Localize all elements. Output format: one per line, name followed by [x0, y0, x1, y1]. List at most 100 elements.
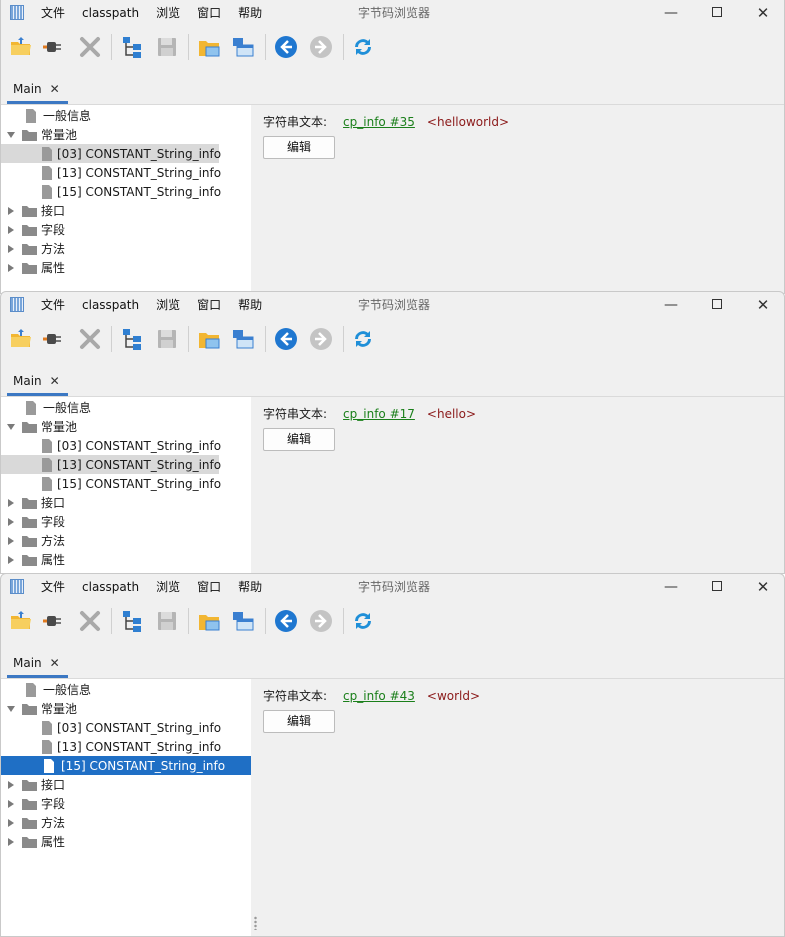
- open-folder-button[interactable]: [8, 34, 34, 60]
- menu-file[interactable]: 文件: [41, 574, 65, 600]
- splitter-grip[interactable]: [254, 916, 257, 930]
- tree-item-constant-15[interactable]: [15] CONSTANT_String_info: [1, 756, 251, 775]
- open-folder-button[interactable]: [8, 608, 34, 634]
- window-layout-button[interactable]: [230, 608, 256, 634]
- forward-button[interactable]: [308, 34, 334, 60]
- collapsed-arrow-icon[interactable]: [5, 224, 17, 236]
- menu-classpath[interactable]: classpath: [82, 574, 139, 600]
- collapsed-arrow-icon[interactable]: [5, 497, 17, 509]
- folder-window-button[interactable]: [196, 34, 222, 60]
- collapsed-arrow-icon[interactable]: [5, 516, 17, 528]
- tree-structure-button[interactable]: [119, 608, 145, 634]
- menu-window[interactable]: 窗口: [197, 574, 221, 600]
- tree-item-general[interactable]: 一般信息: [23, 106, 91, 125]
- save-button[interactable]: [154, 326, 180, 352]
- tree-item-fields[interactable]: 字段: [5, 794, 65, 813]
- window-layout-button[interactable]: [230, 326, 256, 352]
- menu-file[interactable]: 文件: [41, 292, 65, 318]
- tree-item-interfaces[interactable]: 接口: [5, 775, 65, 794]
- menu-classpath[interactable]: classpath: [82, 292, 139, 318]
- tree-item-constant-03[interactable]: [03] CONSTANT_String_info: [1, 718, 221, 737]
- tree-item-methods[interactable]: 方法: [5, 239, 65, 258]
- minimize-button[interactable]: —: [661, 0, 681, 26]
- tree-structure-button[interactable]: [119, 326, 145, 352]
- tree-item-general[interactable]: 一般信息: [23, 398, 91, 417]
- collapsed-arrow-icon[interactable]: [5, 535, 17, 547]
- tree-structure-button[interactable]: [119, 34, 145, 60]
- tree-item-general[interactable]: 一般信息: [23, 680, 91, 699]
- tree-item-interfaces[interactable]: 接口: [5, 493, 65, 512]
- menu-window[interactable]: 窗口: [197, 292, 221, 318]
- tree-item-constant-13[interactable]: [13] CONSTANT_String_info: [1, 455, 221, 474]
- menu-help[interactable]: 帮助: [238, 0, 262, 26]
- menu-browse[interactable]: 浏览: [156, 0, 180, 26]
- back-button[interactable]: [273, 34, 299, 60]
- tree-item-constant-15[interactable]: [15] CONSTANT_String_info: [1, 474, 221, 493]
- back-button[interactable]: [273, 608, 299, 634]
- tab-close-icon[interactable]: ✕: [50, 368, 60, 394]
- minimize-button[interactable]: —: [661, 292, 681, 318]
- collapsed-arrow-icon[interactable]: [5, 205, 17, 217]
- window-layout-button[interactable]: [230, 34, 256, 60]
- tree-item-attributes[interactable]: 属性: [5, 258, 65, 277]
- tree-item-interfaces[interactable]: 接口: [5, 201, 65, 220]
- folder-window-button[interactable]: [196, 608, 222, 634]
- folder-window-button[interactable]: [196, 326, 222, 352]
- refresh-button[interactable]: [350, 608, 376, 634]
- delete-button[interactable]: [77, 326, 103, 352]
- tree-item-constant-15[interactable]: [15] CONSTANT_String_info: [1, 182, 221, 201]
- refresh-button[interactable]: [350, 326, 376, 352]
- menu-browse[interactable]: 浏览: [156, 292, 180, 318]
- tree-item-constant-13[interactable]: [13] CONSTANT_String_info: [1, 737, 221, 756]
- plugin-button[interactable]: [41, 326, 67, 352]
- plugin-button[interactable]: [41, 608, 67, 634]
- forward-button[interactable]: [308, 608, 334, 634]
- tab-main[interactable]: Main ✕: [7, 76, 68, 104]
- menu-file[interactable]: 文件: [41, 0, 65, 26]
- menu-help[interactable]: 帮助: [238, 574, 262, 600]
- expanded-arrow-icon[interactable]: [5, 703, 17, 715]
- minimize-button[interactable]: —: [661, 574, 681, 600]
- edit-button[interactable]: 编辑: [263, 136, 335, 159]
- collapsed-arrow-icon[interactable]: [5, 779, 17, 791]
- close-button[interactable]: ✕: [753, 292, 773, 318]
- collapsed-arrow-icon[interactable]: [5, 243, 17, 255]
- expanded-arrow-icon[interactable]: [5, 129, 17, 141]
- menu-browse[interactable]: 浏览: [156, 574, 180, 600]
- close-button[interactable]: ✕: [753, 574, 773, 600]
- maximize-button[interactable]: [707, 574, 727, 600]
- tree-item-fields[interactable]: 字段: [5, 512, 65, 531]
- edit-button[interactable]: 编辑: [263, 710, 335, 733]
- cp-info-link[interactable]: cp_info #43: [343, 689, 415, 703]
- delete-button[interactable]: [77, 608, 103, 634]
- tree-item-constant-pool[interactable]: 常量池: [5, 417, 77, 436]
- refresh-button[interactable]: [350, 34, 376, 60]
- tree-item-constant-03[interactable]: [03] CONSTANT_String_info: [1, 436, 221, 455]
- menu-help[interactable]: 帮助: [238, 292, 262, 318]
- tree-item-constant-13[interactable]: [13] CONSTANT_String_info: [1, 163, 221, 182]
- open-folder-button[interactable]: [8, 326, 34, 352]
- tree-item-attributes[interactable]: 属性: [5, 832, 65, 851]
- tree-item-fields[interactable]: 字段: [5, 220, 65, 239]
- tree-item-constant-03[interactable]: [03] CONSTANT_String_info: [1, 144, 221, 163]
- expanded-arrow-icon[interactable]: [5, 421, 17, 433]
- cp-info-link[interactable]: cp_info #35: [343, 115, 415, 129]
- forward-button[interactable]: [308, 326, 334, 352]
- tree-item-attributes[interactable]: 属性: [5, 550, 65, 569]
- save-button[interactable]: [154, 608, 180, 634]
- tree-item-constant-pool[interactable]: 常量池: [5, 699, 77, 718]
- collapsed-arrow-icon[interactable]: [5, 798, 17, 810]
- menu-classpath[interactable]: classpath: [82, 0, 139, 26]
- maximize-button[interactable]: [707, 0, 727, 26]
- tree-item-methods[interactable]: 方法: [5, 531, 65, 550]
- delete-button[interactable]: [77, 34, 103, 60]
- menu-window[interactable]: 窗口: [197, 0, 221, 26]
- collapsed-arrow-icon[interactable]: [5, 836, 17, 848]
- maximize-button[interactable]: [707, 292, 727, 318]
- tree-item-methods[interactable]: 方法: [5, 813, 65, 832]
- collapsed-arrow-icon[interactable]: [5, 817, 17, 829]
- save-button[interactable]: [154, 34, 180, 60]
- collapsed-arrow-icon[interactable]: [5, 554, 17, 566]
- back-button[interactable]: [273, 326, 299, 352]
- tab-close-icon[interactable]: ✕: [50, 76, 60, 102]
